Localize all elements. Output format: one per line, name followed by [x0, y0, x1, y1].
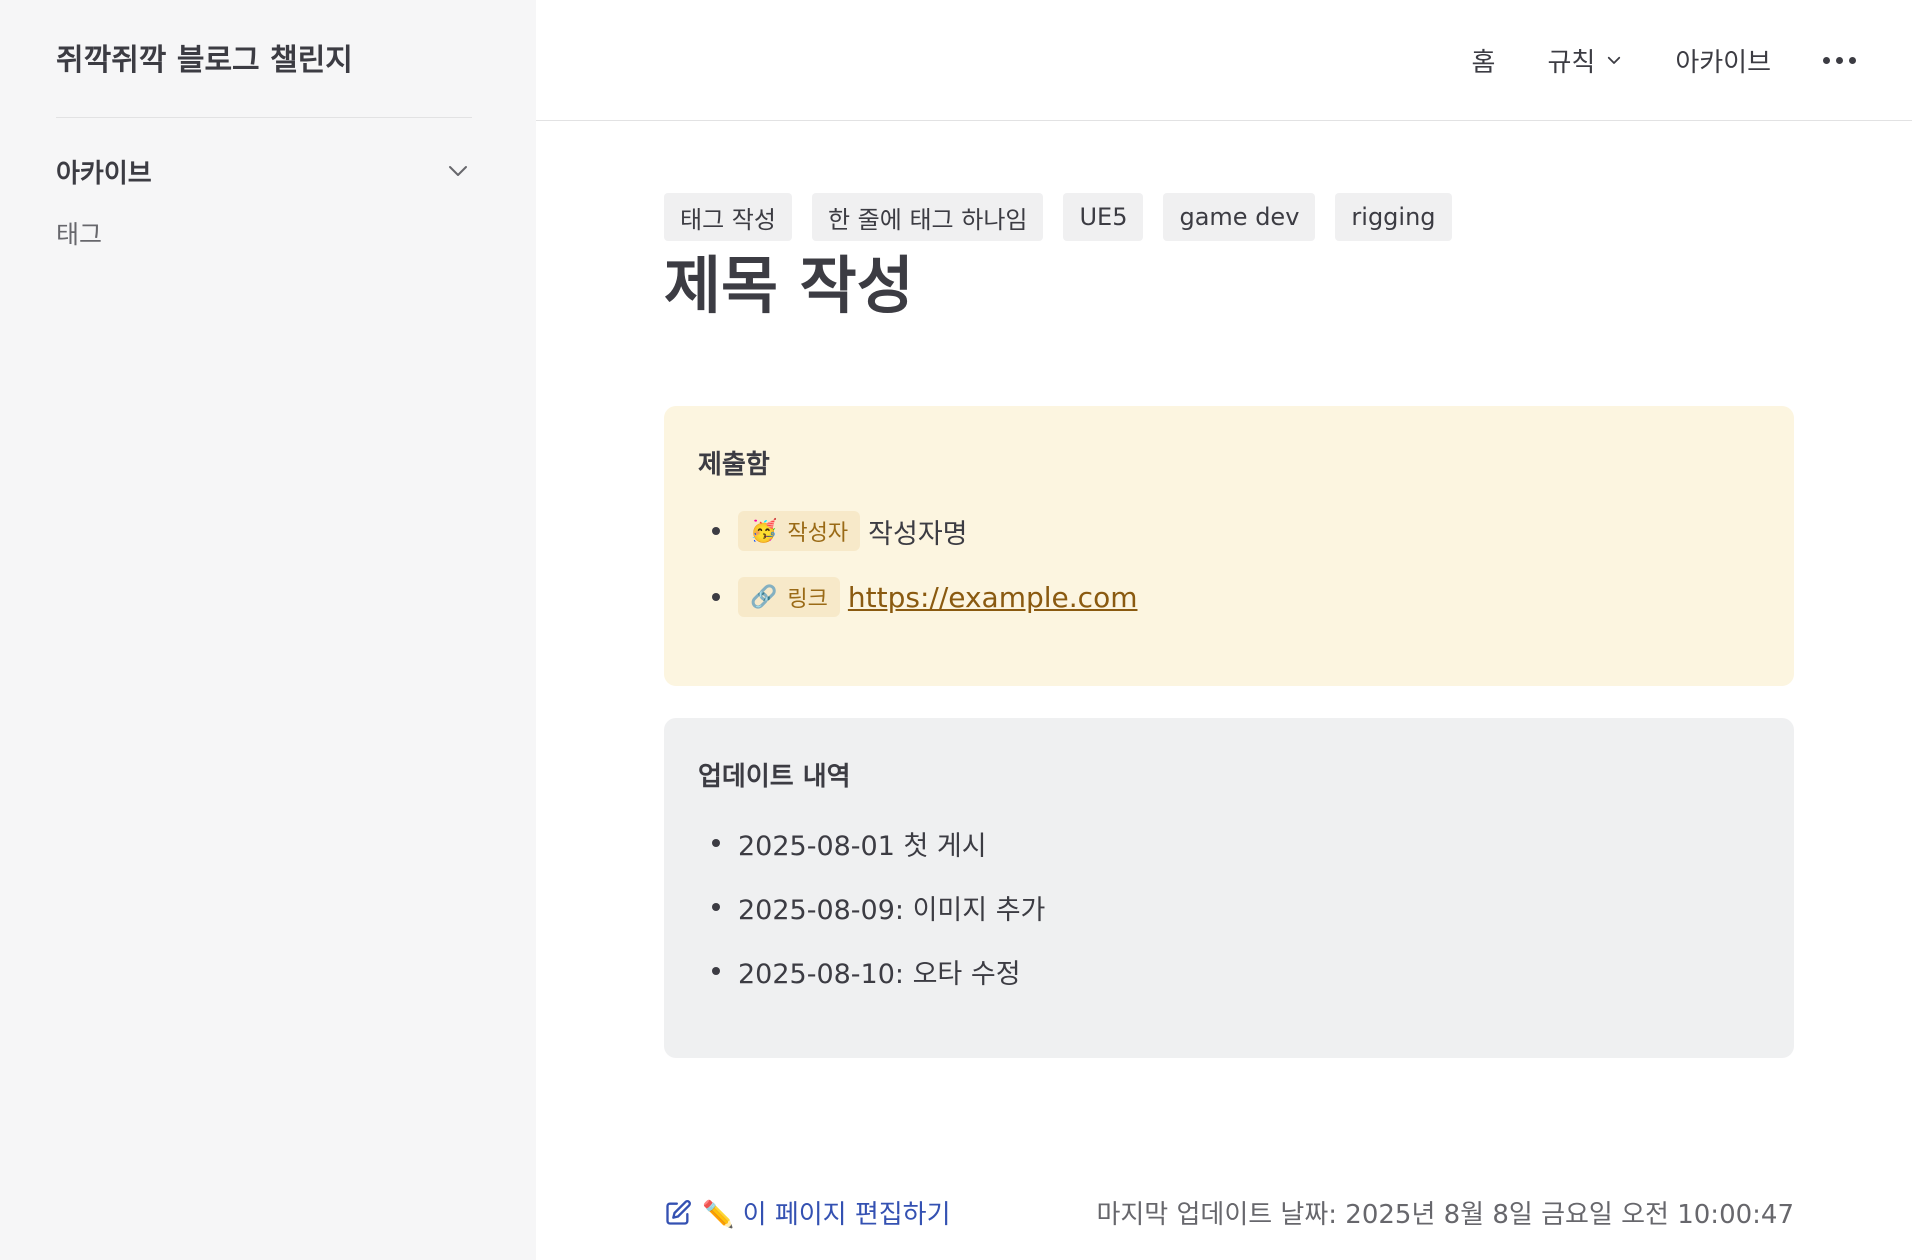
- update-history-title: 업데이트 내역: [698, 762, 851, 792]
- bullet: [712, 527, 720, 535]
- chevron-down-icon[interactable]: [444, 157, 472, 185]
- submission-link[interactable]: https://example.com: [848, 581, 1138, 614]
- site-title[interactable]: 쥐깍쥐깍 블로그 챌린지: [56, 0, 472, 118]
- nav-archive[interactable]: 아카이브: [1675, 42, 1771, 79]
- last-updated: 마지막 업데이트 날짜: 2025년 8월 8일 금요일 오전 10:00:47: [1096, 1200, 1794, 1230]
- tag-chip[interactable]: 태그 작성: [664, 193, 792, 241]
- bullet: [712, 967, 720, 975]
- nav-rules-dropdown[interactable]: 규칙: [1547, 42, 1623, 79]
- app: 쥐깍쥐깍 블로그 챌린지 아카이브 태그 홈 규칙 아카이브 태그 작성 한 줄…: [0, 0, 1912, 1260]
- author-chip-label: 작성자: [787, 521, 849, 546]
- chevron-down-icon: [1608, 56, 1621, 64]
- tag-list: 태그 작성 한 줄에 태그 하나임 UE5 game dev rigging: [664, 193, 1794, 241]
- article: 태그 작성 한 줄에 태그 하나임 UE5 game dev rigging 제…: [664, 193, 1794, 1058]
- tag-chip[interactable]: game dev: [1163, 193, 1316, 241]
- bullet: [712, 839, 720, 847]
- nav-home[interactable]: 홈: [1472, 42, 1496, 79]
- edit-page-label: ✏️ 이 페이지 편집하기: [702, 1200, 951, 1230]
- author-value: 작성자명: [868, 518, 968, 550]
- page-footer: ✏️ 이 페이지 편집하기 마지막 업데이트 날짜: 2025년 8월 8일 금…: [664, 1194, 1794, 1231]
- list-item: 2025-08-01 첫 게시: [698, 821, 1760, 865]
- sidebar-item-tags[interactable]: 태그: [56, 215, 472, 251]
- link-icon: 🔗: [750, 584, 778, 610]
- submission-list: 🥳 작성자 작성자명 🔗 링크 https://example.com: [698, 509, 1760, 619]
- edit-page-link[interactable]: ✏️ 이 페이지 편집하기: [664, 1194, 951, 1231]
- list-item: 2025-08-10: 오타 수정: [698, 949, 1760, 993]
- more-menu-icon[interactable]: [1823, 56, 1856, 64]
- link-chip-label: 링크: [787, 587, 828, 612]
- update-entry: 2025-08-09: 이미지 추가: [738, 894, 1046, 926]
- tag-chip[interactable]: 한 줄에 태그 하나임: [811, 193, 1044, 241]
- main-content: 홈 규칙 아카이브 태그 작성 한 줄에 태그 하나임 UE5 game dev…: [536, 0, 1912, 1260]
- update-history-list: 2025-08-01 첫 게시 2025-08-09: 이미지 추가 2025-…: [698, 821, 1760, 993]
- bullet: [712, 593, 720, 601]
- edit-icon: [666, 1199, 691, 1225]
- submission-callout: 제출함 🥳 작성자 작성자명 🔗 링크 https://example.com: [664, 406, 1794, 686]
- sidebar: 쥐깍쥐깍 블로그 챌린지 아카이브 태그: [0, 0, 536, 1260]
- sidebar-group-archive[interactable]: 아카이브: [56, 151, 472, 191]
- top-navbar: 홈 규칙 아카이브: [536, 0, 1912, 121]
- tag-chip[interactable]: rigging: [1335, 193, 1452, 241]
- sidebar-group-label: 아카이브: [56, 158, 152, 189]
- page-title: 제목 작성: [664, 249, 914, 322]
- bullet: [712, 903, 720, 911]
- update-entry: 2025-08-01 첫 게시: [738, 830, 987, 862]
- tag-chip[interactable]: UE5: [1063, 193, 1144, 241]
- author-chip: 🥳 작성자: [738, 511, 861, 551]
- update-entry: 2025-08-10: 오타 수정: [738, 958, 1021, 990]
- submission-title: 제출함: [698, 450, 770, 480]
- party-face-icon: 🥳: [750, 518, 778, 544]
- list-item: 2025-08-09: 이미지 추가: [698, 885, 1760, 929]
- list-item: 🔗 링크 https://example.com: [698, 575, 1760, 619]
- link-chip: 🔗 링크: [738, 577, 840, 617]
- list-item: 🥳 작성자 작성자명: [698, 509, 1760, 553]
- nav-rules-label: 규칙: [1547, 47, 1596, 78]
- update-history-callout: 업데이트 내역 2025-08-01 첫 게시 2025-08-09: 이미지 …: [664, 718, 1794, 1058]
